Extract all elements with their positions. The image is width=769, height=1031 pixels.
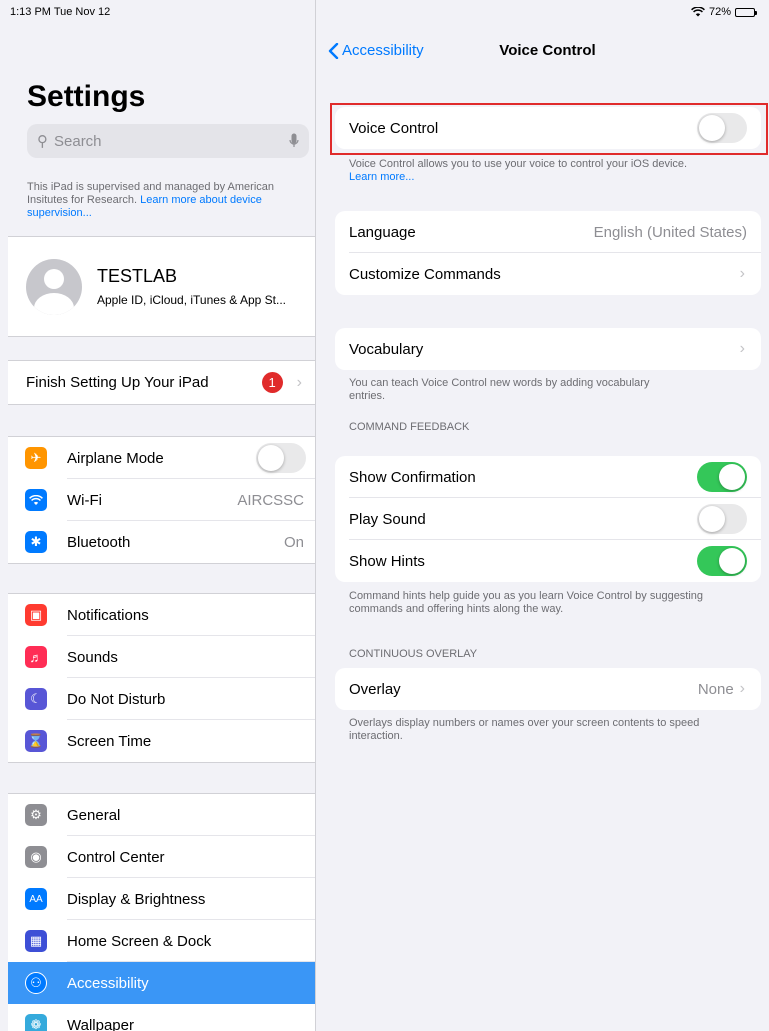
aa-icon: AA bbox=[25, 888, 47, 910]
sidebar-item-home-screen-dock[interactable]: ▦ Home Screen & Dock bbox=[8, 920, 315, 962]
sidebar-title: Settings bbox=[27, 80, 146, 113]
overlay-card: Overlay None › bbox=[335, 668, 761, 710]
play-sound-row: Play Sound bbox=[335, 498, 761, 540]
sidebar-item-control-center[interactable]: ◉ Control Center bbox=[8, 836, 315, 878]
account-subtitle: Apple ID, iCloud, iTunes & App St... bbox=[97, 293, 286, 307]
play-sound-toggle[interactable] bbox=[697, 504, 747, 534]
show-hints-row: Show Hints bbox=[335, 540, 761, 582]
airplane-mode-toggle[interactable] bbox=[256, 443, 306, 473]
voice-control-footer: Voice Control allows you to use your voi… bbox=[349, 158, 759, 184]
voice-control-detail: Accessibility Voice Control Voice Contro… bbox=[316, 0, 769, 1031]
vocabulary-footer: You can teach Voice Control new words by… bbox=[349, 377, 650, 402]
finish-setup-label: Finish Setting Up Your iPad bbox=[26, 374, 209, 391]
command-feedback-footer: Command hints help guide you as you lear… bbox=[349, 590, 704, 615]
avatar bbox=[26, 258, 82, 315]
sidebar-item-notifications[interactable]: ▣ Notifications bbox=[8, 594, 315, 636]
vocabulary-card: Vocabulary › bbox=[335, 328, 761, 370]
sidebar-item-do-not-disturb[interactable]: ☾ Do Not Disturb bbox=[8, 678, 315, 720]
sidebar-item-sounds[interactable]: ♬ Sounds bbox=[8, 636, 315, 678]
sidebar-item-screen-time[interactable]: ⌛ Screen Time bbox=[8, 720, 315, 762]
show-confirmation-row: Show Confirmation bbox=[335, 456, 761, 498]
network-group: ✈ Airplane Mode Wi-Fi AIRCSSC ✱ Bluetoot… bbox=[8, 436, 315, 564]
sidebar-item-general[interactable]: ⚙ General bbox=[8, 794, 315, 836]
finish-setup-group: Finish Setting Up Your iPad 1 › bbox=[8, 360, 315, 405]
flower-icon: ❁ bbox=[25, 1014, 47, 1031]
voice-control-row: Voice Control bbox=[335, 107, 761, 149]
sidebar-item-accessibility[interactable]: ⚇ Accessibility bbox=[8, 962, 315, 1004]
page-title: Voice Control bbox=[499, 42, 596, 59]
search-input[interactable]: ⚲ Search bbox=[27, 124, 309, 158]
sidebar-item-display-brightness[interactable]: AA Display & Brightness bbox=[8, 878, 315, 920]
navigation-bar: Accessibility Voice Control bbox=[316, 30, 769, 74]
wifi-network-name: AIRCSSC bbox=[237, 491, 304, 509]
customize-commands-row[interactable]: Customize Commands › bbox=[335, 253, 761, 295]
chevron-right-icon: › bbox=[296, 373, 302, 391]
bluetooth-icon: ✱ bbox=[25, 531, 47, 553]
language-card: Language English (United States) Customi… bbox=[335, 211, 761, 295]
moon-icon: ☾ bbox=[25, 688, 47, 710]
vocabulary-row[interactable]: Vocabulary › bbox=[335, 328, 761, 370]
language-row[interactable]: Language English (United States) bbox=[335, 211, 761, 253]
speaker-icon: ♬ bbox=[25, 646, 47, 668]
sidebar-item-wifi[interactable]: Wi-Fi AIRCSSC bbox=[8, 479, 315, 521]
voice-control-toggle[interactable] bbox=[697, 113, 747, 143]
accessibility-icon: ⚇ bbox=[25, 972, 47, 994]
account-name: TESTLAB bbox=[97, 266, 178, 286]
status-bar: 1:13 PM Tue Nov 12 72% bbox=[0, 0, 769, 24]
notifications-group: ▣ Notifications ♬ Sounds ☾ Do Not Distur… bbox=[8, 593, 315, 763]
grid-icon: ▦ bbox=[25, 930, 47, 952]
microphone-icon[interactable] bbox=[289, 133, 299, 149]
command-feedback-card: Show Confirmation Play Sound Show Hints bbox=[335, 456, 761, 582]
notifications-icon: ▣ bbox=[25, 604, 47, 626]
overlay-value: None bbox=[697, 680, 734, 698]
wifi-icon bbox=[25, 489, 47, 511]
finish-setup-badge: 1 bbox=[261, 372, 283, 393]
sidebar-item-wallpaper[interactable]: ❁ Wallpaper bbox=[8, 1004, 315, 1031]
show-confirmation-toggle[interactable] bbox=[697, 462, 747, 492]
gear-icon: ⚙ bbox=[25, 804, 47, 826]
chevron-right-icon: › bbox=[739, 680, 745, 697]
command-feedback-header: COMMAND FEEDBACK bbox=[349, 421, 470, 433]
sidebar-item-airplane-mode[interactable]: ✈ Airplane Mode bbox=[8, 437, 315, 479]
voice-control-learn-more-link[interactable]: Learn more... bbox=[349, 171, 759, 184]
battery-icon bbox=[735, 7, 757, 17]
sidebar-item-bluetooth[interactable]: ✱ Bluetooth On bbox=[8, 521, 315, 563]
overlay-row[interactable]: Overlay None › bbox=[335, 668, 761, 710]
hourglass-icon: ⌛ bbox=[25, 730, 47, 752]
general-group: ⚙ General ◉ Control Center AA Display & … bbox=[8, 793, 315, 1031]
airplane-icon: ✈ bbox=[25, 447, 47, 469]
battery-percent: 72% bbox=[708, 6, 731, 18]
supervision-notice: This iPad is supervised and managed by A… bbox=[27, 181, 275, 219]
chevron-right-icon: › bbox=[739, 265, 745, 282]
settings-sidebar: Settings ⚲ Search This iPad is supervise… bbox=[8, 0, 316, 1031]
bluetooth-status: On bbox=[283, 533, 304, 551]
continuous-overlay-header: CONTINUOUS OVERLAY bbox=[349, 648, 478, 660]
language-value: English (United States) bbox=[593, 223, 747, 241]
search-icon: ⚲ bbox=[37, 133, 48, 150]
voice-control-card: Voice Control bbox=[335, 107, 761, 149]
show-hints-toggle[interactable] bbox=[697, 546, 747, 576]
wifi-status-icon bbox=[691, 7, 705, 17]
chevron-right-icon: › bbox=[739, 340, 745, 357]
apple-id-account[interactable]: TESTLAB Apple ID, iCloud, iTunes & App S… bbox=[8, 236, 315, 337]
finish-setup-row[interactable]: Finish Setting Up Your iPad 1 › bbox=[8, 361, 315, 404]
search-placeholder: Search bbox=[54, 132, 102, 150]
switches-icon: ◉ bbox=[25, 846, 47, 868]
overlay-footer: Overlays display numbers or names over y… bbox=[349, 717, 700, 742]
status-time: 1:13 PM Tue Nov 12 bbox=[10, 6, 111, 18]
